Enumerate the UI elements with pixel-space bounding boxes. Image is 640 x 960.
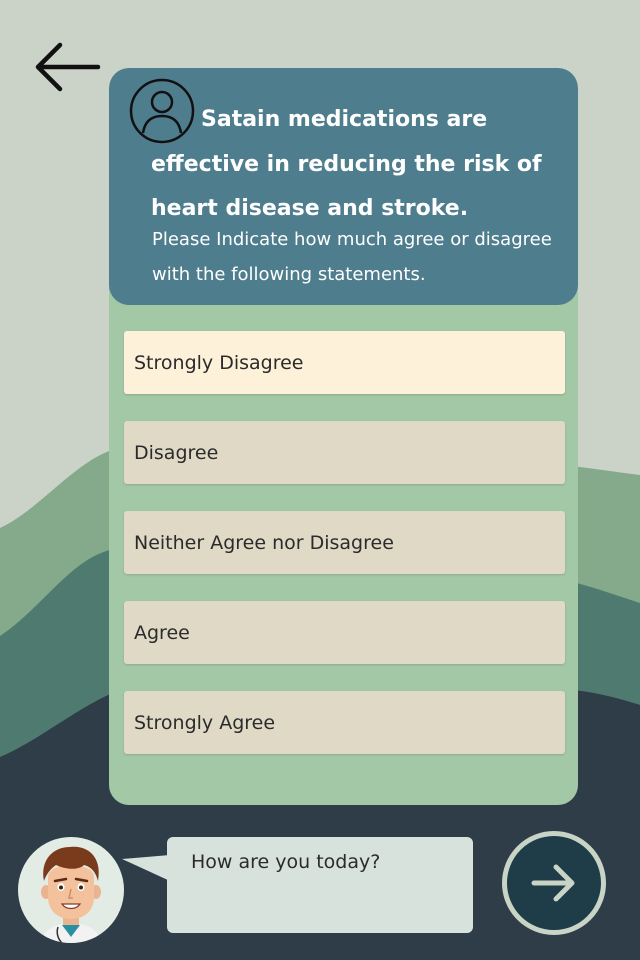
speech-bubble: How are you today? <box>167 837 473 933</box>
doctor-avatar <box>18 837 124 943</box>
option-agree[interactable]: Agree <box>124 601 565 664</box>
option-strongly-disagree[interactable]: Strongly Disagree <box>124 331 565 394</box>
assistant-message: How are you today? <box>191 851 381 873</box>
option-disagree[interactable]: Disagree <box>124 421 565 484</box>
option-neither[interactable]: Neither Agree nor Disagree <box>124 511 565 574</box>
question-text: Satain medications are effective in redu… <box>151 107 542 221</box>
arrow-left-icon <box>35 42 101 92</box>
next-button[interactable] <box>502 831 606 935</box>
speech-bubble-tail <box>122 855 170 881</box>
arrow-right-icon <box>531 864 575 902</box>
doctor-avatar-icon <box>40 846 102 943</box>
instruction-text: Please Indicate how much agree or disagr… <box>152 229 552 285</box>
back-button[interactable] <box>28 36 104 98</box>
survey-card: Satain medications are effective in redu… <box>109 68 578 805</box>
option-strongly-agree[interactable]: Strongly Agree <box>124 691 565 754</box>
question-header: Satain medications are effective in redu… <box>109 68 578 305</box>
